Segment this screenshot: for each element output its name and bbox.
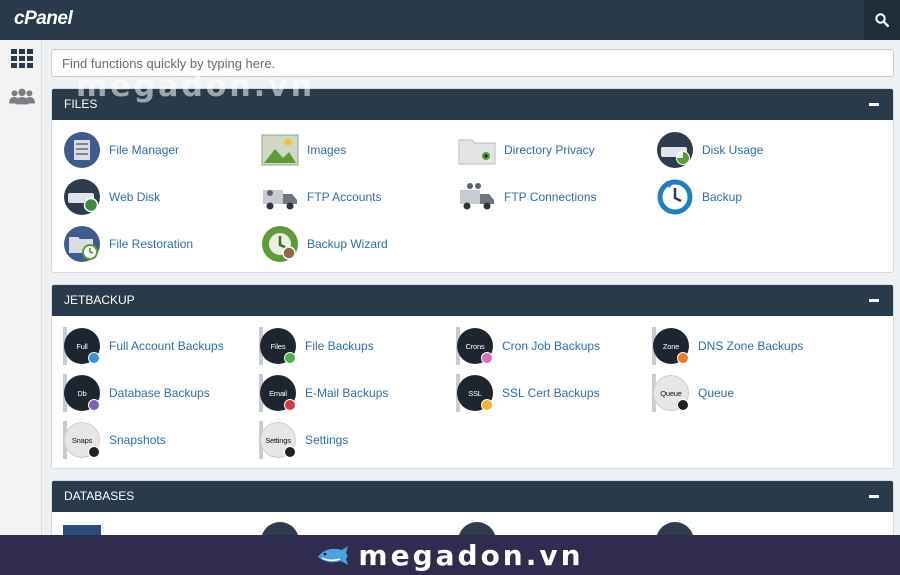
- collapse-icon[interactable]: [869, 495, 879, 498]
- ftp-truck-icon: [261, 178, 299, 216]
- sidebar-users-button[interactable]: [9, 85, 35, 109]
- dns-zone-backup-icon: Zone: [652, 327, 690, 365]
- item-ftp-connections[interactable]: FTP Connections: [458, 177, 597, 217]
- grid-icon: [11, 49, 33, 68]
- item-ftp-accounts[interactable]: FTP Accounts: [261, 177, 381, 217]
- left-sidebar: [0, 40, 42, 535]
- top-search-button[interactable]: [864, 0, 900, 40]
- item-label: E-Mail Backups: [305, 386, 389, 400]
- backup-icon: [656, 178, 694, 216]
- files-panel: FILES File Manager Images Directory Priv…: [51, 88, 894, 273]
- item-label: FTP Accounts: [307, 190, 382, 204]
- panel-title: FILES: [64, 97, 98, 111]
- shark-logo-icon: [318, 546, 349, 565]
- item-backup-wizard[interactable]: Backup Wizard: [261, 224, 388, 264]
- item-snapshots[interactable]: Snaps Snapshots: [63, 420, 166, 460]
- snapshots-icon: Snaps: [63, 421, 101, 459]
- settings-icon: Settings: [259, 421, 297, 459]
- item-cron-job-backups[interactable]: Crons Cron Job Backups: [456, 326, 600, 366]
- item-queue[interactable]: Queue Queue: [652, 373, 734, 413]
- item-label: FTP Connections: [504, 190, 597, 204]
- item-label: Settings: [305, 433, 349, 447]
- item-images[interactable]: Images: [261, 130, 346, 170]
- users-icon: [9, 88, 35, 105]
- panel-title: DATABASES: [64, 489, 135, 503]
- item-label: Backup Wizard: [307, 237, 388, 251]
- email-backup-icon: Email: [259, 374, 297, 412]
- item-label: Web Disk: [109, 190, 161, 204]
- databases-panel: DATABASES: [51, 480, 894, 535]
- item-directory-privacy[interactable]: Directory Privacy: [458, 130, 595, 170]
- database-icon: [63, 525, 101, 535]
- disk-usage-icon: [656, 131, 694, 169]
- item-email-backups[interactable]: Email E-Mail Backups: [259, 373, 388, 413]
- item-label: Images: [307, 143, 347, 157]
- function-search-input[interactable]: [51, 49, 894, 77]
- watermark-text: megadon.vn: [358, 538, 584, 572]
- item-label: Full Account Backups: [109, 339, 224, 353]
- file-manager-icon: [63, 131, 101, 169]
- queue-icon: Queue: [652, 374, 690, 412]
- search-icon: [875, 13, 889, 27]
- item-dns-zone-backups[interactable]: Zone DNS Zone Backups: [652, 326, 803, 366]
- item-label: SSL Cert Backups: [502, 386, 600, 400]
- watermark-bar: megadon.vn: [0, 535, 900, 575]
- files-panel-header[interactable]: FILES: [52, 89, 893, 120]
- item-label: Snapshots: [109, 433, 166, 447]
- jetbackup-panel-header[interactable]: JETBACKUP: [52, 285, 893, 316]
- backup-wizard-icon: [261, 225, 299, 263]
- main-content: FILES File Manager Images Dire: [42, 40, 900, 535]
- folder-privacy-icon: [458, 131, 496, 169]
- item-ssl-cert-backups[interactable]: SSL SSL Cert Backups: [456, 373, 600, 413]
- databases-panel-header[interactable]: DATABASES: [52, 481, 893, 512]
- database-icon: [656, 522, 694, 535]
- item-file-backups[interactable]: Files File Backups: [259, 326, 374, 366]
- item-file-manager[interactable]: File Manager: [63, 130, 179, 170]
- sidebar-home-button[interactable]: [9, 47, 35, 71]
- item-backup[interactable]: Backup: [656, 177, 742, 217]
- web-disk-icon: [63, 178, 101, 216]
- full-backup-icon: Full: [63, 327, 101, 365]
- file-backup-icon: Files: [259, 327, 297, 365]
- database-backup-icon: Db: [63, 374, 101, 412]
- collapse-icon[interactable]: [869, 299, 879, 302]
- images-icon: [261, 131, 299, 169]
- top-bar: cPanel: [0, 0, 900, 40]
- database-icon: [261, 522, 299, 535]
- item-label: Queue: [698, 386, 735, 400]
- file-restoration-icon: [63, 225, 101, 263]
- jetbackup-panel: JETBACKUP Full Full Account Backups File…: [51, 284, 894, 469]
- cron-backup-icon: Crons: [456, 327, 494, 365]
- item-label: Database Backups: [109, 386, 210, 400]
- ssl-backup-icon: SSL: [456, 374, 494, 412]
- item-file-restoration[interactable]: File Restoration: [63, 224, 193, 264]
- item-label: Directory Privacy: [504, 143, 595, 157]
- item-web-disk[interactable]: Web Disk: [63, 177, 160, 217]
- panel-title: JETBACKUP: [64, 293, 135, 307]
- collapse-icon[interactable]: [869, 103, 879, 106]
- item-label: Cron Job Backups: [502, 339, 601, 353]
- item-database-backups[interactable]: Db Database Backups: [63, 373, 210, 413]
- item-label: DNS Zone Backups: [698, 339, 804, 353]
- item-settings[interactable]: Settings Settings: [259, 420, 348, 460]
- item-label: Disk Usage: [702, 143, 764, 157]
- item-label: File Restoration: [109, 237, 194, 251]
- item-label: File Manager: [109, 143, 180, 157]
- item-label: File Backups: [305, 339, 374, 353]
- item-full-account-backups[interactable]: Full Full Account Backups: [63, 326, 224, 366]
- ftp-connections-icon: [458, 178, 496, 216]
- item-label: Backup: [702, 190, 743, 204]
- database-icon: [458, 522, 496, 535]
- item-disk-usage[interactable]: Disk Usage: [656, 130, 763, 170]
- cpanel-logo[interactable]: cPanel: [14, 8, 73, 30]
